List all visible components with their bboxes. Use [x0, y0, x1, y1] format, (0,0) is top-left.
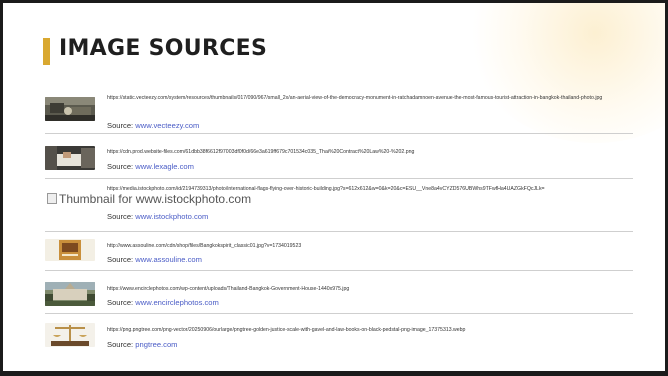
divider [45, 313, 633, 314]
source-label: Source: www.lexagle.com [107, 162, 194, 171]
source-prefix: Source: [107, 340, 134, 349]
thumbnail-contract-signing [45, 146, 95, 170]
source-url[interactable]: https://cdn.prod.website-files.com/61dbb… [107, 148, 627, 157]
source-url[interactable]: https://www.encirclephotos.com/wp-conten… [107, 285, 627, 294]
divider [45, 270, 633, 271]
source-label: Source: www.istockphoto.com [107, 212, 208, 221]
source-prefix: Source: [107, 298, 134, 307]
divider [45, 178, 633, 179]
source-url[interactable]: https://png.pngtree.com/png-vector/20250… [107, 326, 627, 335]
broken-image-icon [47, 193, 57, 204]
slide: IMAGE SOURCES https://static.vecteezy.co… [3, 3, 665, 371]
title-accent-bar [43, 38, 50, 65]
thumbnail-book-cover [45, 239, 95, 261]
thumbnail-government-house [45, 282, 95, 306]
source-link[interactable]: www.lexagle.com [135, 162, 194, 171]
thumbnail-alt-text: Thumbnail for www.istockphoto.com [59, 192, 252, 206]
source-url[interactable]: https://static.vecteezy.com/system/resou… [107, 94, 627, 103]
source-prefix: Source: [107, 162, 134, 171]
broken-thumbnail: Thumbnail for www.istockphoto.com [47, 193, 251, 206]
source-prefix: Source: [107, 255, 134, 264]
source-link[interactable]: www.assouline.com [135, 255, 202, 264]
source-link[interactable]: www.encirclephotos.com [135, 298, 219, 307]
source-url[interactable]: http://www.assouline.com/cdn/shop/files/… [107, 242, 627, 251]
source-label: Source: pngtree.com [107, 340, 178, 349]
thumbnail-justice-scale [45, 323, 95, 347]
divider [45, 231, 633, 232]
source-label: Source: www.assouline.com [107, 255, 202, 264]
thumbnail-aerial-monument [45, 97, 95, 121]
source-label: Source: www.encirclephotos.com [107, 298, 219, 307]
source-label: Source: www.vecteezy.com [107, 121, 199, 130]
source-prefix: Source: [107, 212, 134, 221]
background-glow [465, 3, 665, 143]
divider [45, 133, 633, 134]
source-link[interactable]: www.istockphoto.com [135, 212, 208, 221]
source-link[interactable]: www.vecteezy.com [135, 121, 199, 130]
source-link[interactable]: pngtree.com [135, 340, 177, 349]
slide-title: IMAGE SOURCES [59, 36, 268, 61]
source-prefix: Source: [107, 121, 134, 130]
